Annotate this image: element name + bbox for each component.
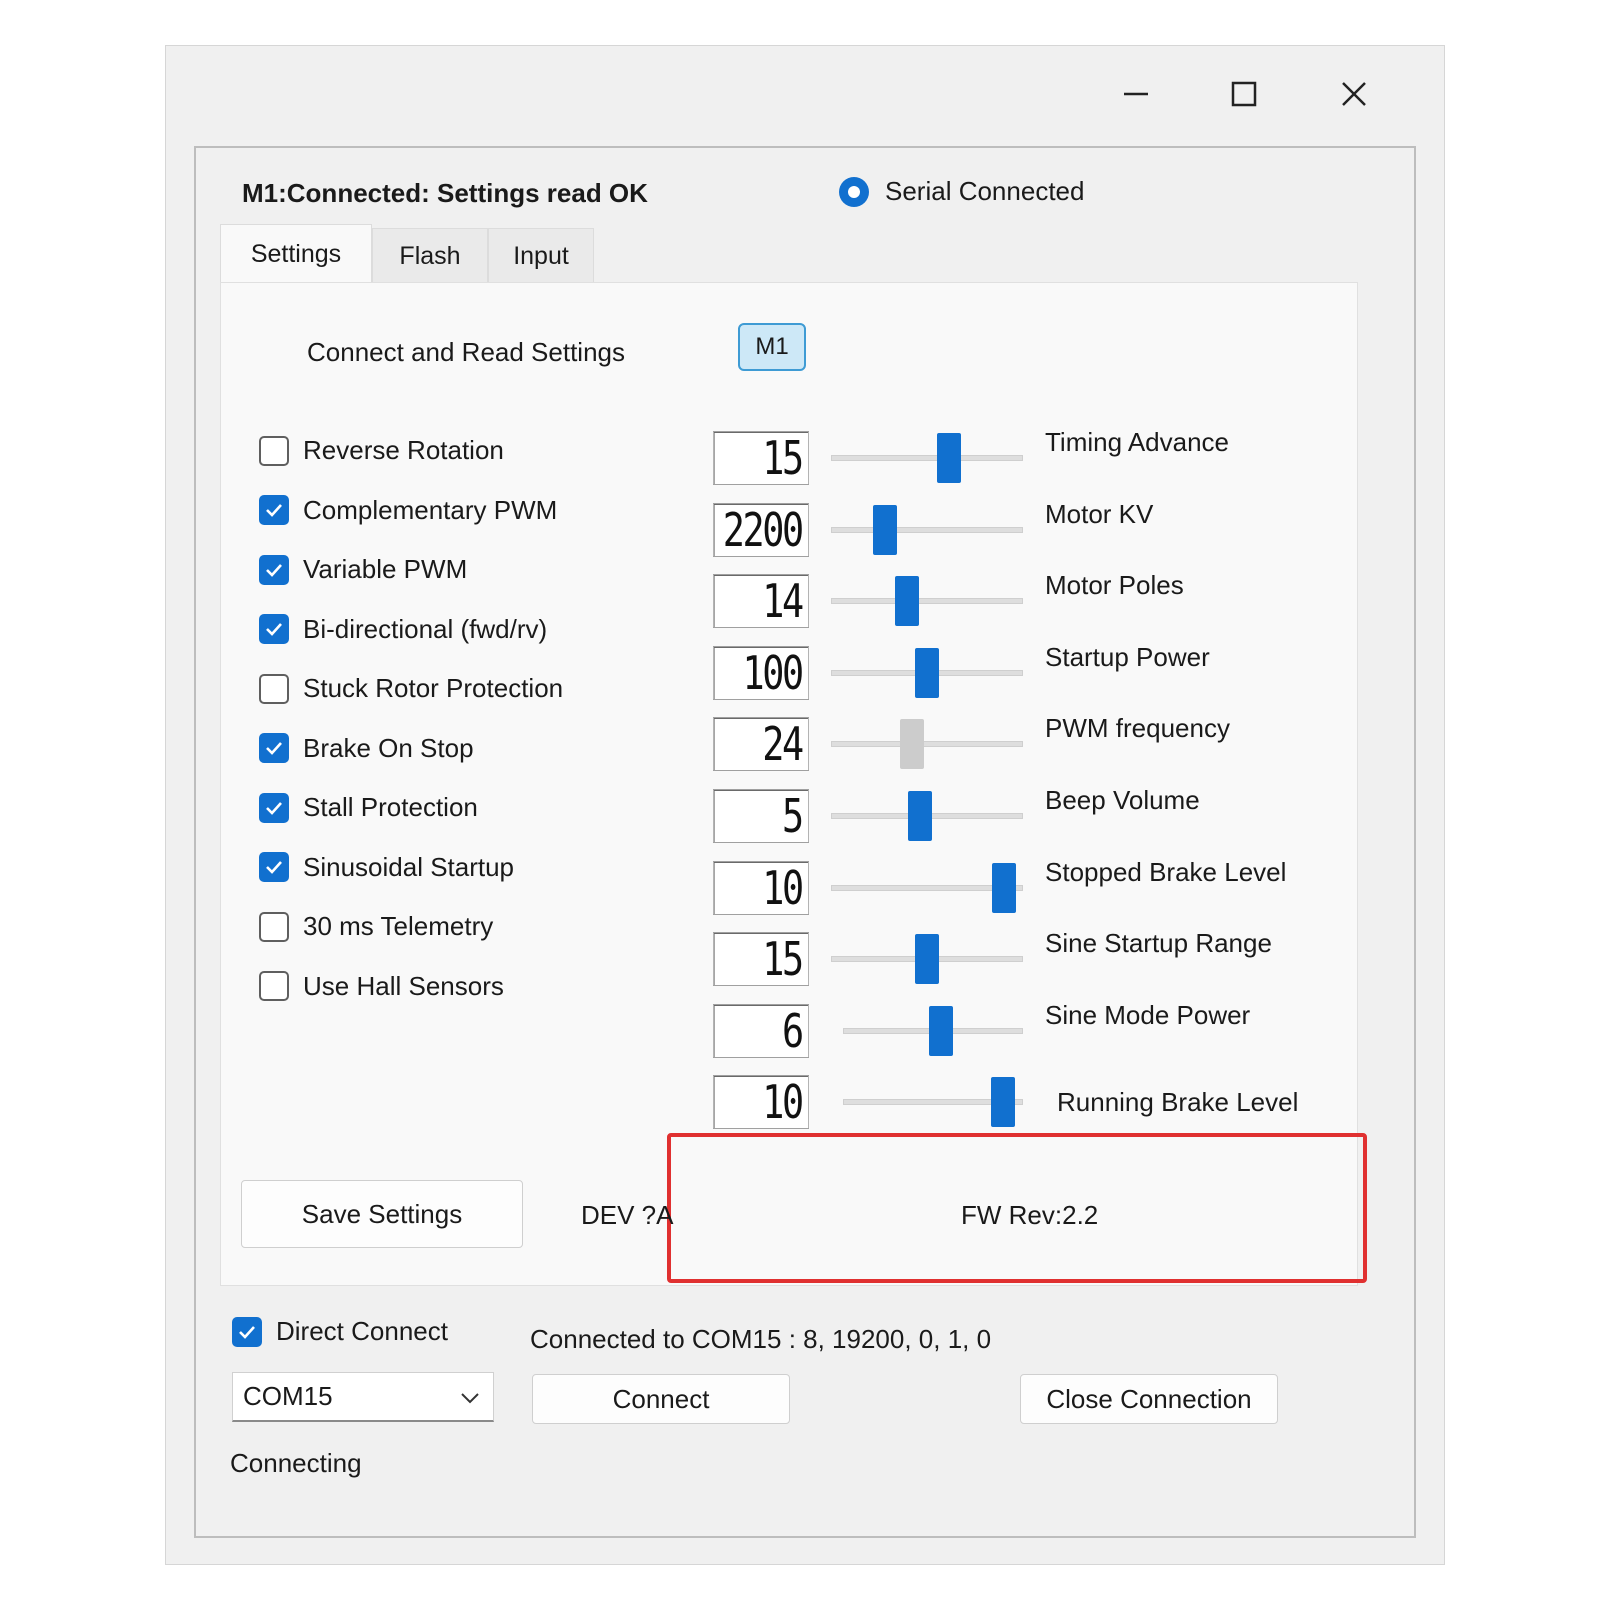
- save-settings-button[interactable]: Save Settings: [241, 1180, 523, 1248]
- slider-thumb[interactable]: [992, 862, 1017, 913]
- checkbox-label: Complementary PWM: [303, 494, 558, 525]
- tab-settings[interactable]: Settings: [220, 224, 372, 284]
- checkbox-unchecked-icon[interactable]: [259, 971, 289, 1001]
- value-display: 10: [713, 1075, 809, 1130]
- checkbox-checked-icon[interactable]: [259, 852, 289, 882]
- slider-thumb[interactable]: [899, 719, 924, 770]
- checkbox-label: Bi-directional (fwd/rv): [303, 613, 548, 644]
- value-display: 15: [713, 431, 809, 485]
- slider-thumb[interactable]: [915, 647, 939, 698]
- checkbox-unchecked-icon[interactable]: [259, 911, 289, 942]
- close-connection-button[interactable]: Close Connection: [1020, 1374, 1278, 1424]
- checkbox-label: Sinusoidal Startup: [303, 851, 515, 882]
- app-window: M1:Connected: Settings read OK Serial Co…: [165, 45, 1445, 1565]
- value-display: 10: [713, 860, 809, 915]
- checkbox-checked-icon[interactable]: [232, 1316, 262, 1347]
- value-display: 5: [713, 789, 809, 843]
- checkbox-row[interactable]: Reverse Rotation: [259, 435, 504, 466]
- slider-thumb[interactable]: [873, 504, 897, 555]
- direct-connect-checkbox[interactable]: Direct Connect: [232, 1316, 448, 1347]
- value-display: 15: [713, 932, 809, 987]
- checkbox-label: Stall Protection: [303, 792, 478, 822]
- value-display: 2200: [713, 502, 809, 557]
- slider-label: PWM frequency: [1045, 713, 1230, 744]
- checkbox-row[interactable]: Variable PWM: [259, 554, 467, 585]
- slider-thumb[interactable]: [936, 433, 961, 483]
- value-display: 6: [713, 1003, 809, 1058]
- checkbox-row[interactable]: Stall Protection: [259, 792, 478, 823]
- slider-label: Timing Advance: [1045, 427, 1230, 457]
- m1-button[interactable]: M1: [738, 323, 806, 371]
- slider-thumb[interactable]: [908, 791, 933, 841]
- slider-track[interactable]: [831, 598, 1023, 605]
- checkbox-unchecked-icon[interactable]: [259, 435, 289, 466]
- minimize-icon[interactable]: [1106, 64, 1166, 124]
- settings-tab-page: Connect and Read Settings M1 Reverse Rot…: [220, 282, 1367, 1286]
- checkbox-unchecked-icon[interactable]: [259, 673, 289, 704]
- checkbox-row[interactable]: Complementary PWM: [259, 495, 557, 526]
- connect-read-label: Connect and Read Settings: [307, 337, 625, 367]
- checkbox-label: Brake On Stop: [303, 732, 474, 763]
- checkbox-label: Stuck Rotor Protection: [303, 673, 564, 703]
- slider-thumb[interactable]: [928, 1005, 953, 1056]
- slider-track[interactable]: [831, 526, 1023, 533]
- chevron-down-icon: [461, 1393, 479, 1404]
- slider-label: Stopped Brake Level: [1045, 856, 1287, 887]
- slider-label: Sine Mode Power: [1045, 999, 1251, 1030]
- port-select[interactable]: COM15: [232, 1372, 494, 1422]
- checkbox-checked-icon[interactable]: [259, 792, 289, 823]
- checkbox-label: Reverse Rotation: [303, 435, 504, 465]
- fw-rev-label: FW Rev:2.2: [961, 1200, 1099, 1230]
- tab-flash[interactable]: Flash: [372, 228, 488, 284]
- checkbox-checked-icon[interactable]: [259, 733, 289, 763]
- close-icon[interactable]: [1324, 64, 1384, 124]
- serial-connected-radio[interactable]: Serial Connected: [839, 176, 1084, 207]
- slider-thumb[interactable]: [915, 934, 939, 985]
- value-display: 100: [713, 645, 809, 700]
- checkbox-label: Variable PWM: [303, 554, 468, 584]
- slider-track[interactable]: [831, 741, 1023, 748]
- checkbox-checked-icon[interactable]: [259, 614, 289, 644]
- tab-input[interactable]: Input: [488, 228, 594, 284]
- value-display: 24: [713, 717, 809, 772]
- direct-connect-label: Direct Connect: [276, 1316, 448, 1346]
- checkbox-row[interactable]: Use Hall Sensors: [259, 971, 504, 1002]
- checkbox-row[interactable]: Stuck Rotor Protection: [259, 673, 563, 704]
- checkbox-row[interactable]: Sinusoidal Startup: [259, 852, 514, 883]
- dev-label: DEV ?A: [581, 1200, 674, 1230]
- slider-label: Running Brake Level: [1057, 1087, 1299, 1118]
- checkbox-checked-icon[interactable]: [259, 495, 289, 525]
- slider-label: Motor Poles: [1045, 570, 1184, 601]
- slider-label: Sine Startup Range: [1045, 928, 1272, 959]
- radio-selected-icon[interactable]: [839, 176, 869, 207]
- port-select-value: COM15: [243, 1381, 333, 1411]
- maximize-icon[interactable]: [1214, 64, 1274, 124]
- checkbox-row[interactable]: Bi-directional (fwd/rv): [259, 614, 547, 645]
- checkbox-row[interactable]: Brake On Stop: [259, 733, 474, 764]
- checkbox-checked-icon[interactable]: [259, 554, 289, 585]
- connect-button[interactable]: Connect: [532, 1374, 790, 1424]
- connection-info: Connected to COM15 : 8, 19200, 0, 1, 0: [530, 1324, 992, 1354]
- connection-status: Connecting: [230, 1448, 362, 1478]
- checkbox-label: 30 ms Telemetry: [303, 911, 494, 941]
- value-display: 14: [713, 574, 809, 629]
- slider-label: Motor KV: [1045, 498, 1154, 529]
- main-panel: M1:Connected: Settings read OK Serial Co…: [194, 146, 1416, 1538]
- slider-track[interactable]: [831, 455, 1023, 461]
- serial-connected-label: Serial Connected: [885, 176, 1085, 206]
- title-bar: [166, 46, 1444, 141]
- status-title: M1:Connected: Settings read OK: [242, 178, 648, 208]
- slider-label: Startup Power: [1045, 641, 1210, 672]
- checkbox-row[interactable]: 30 ms Telemetry: [259, 911, 493, 942]
- slider-thumb[interactable]: [894, 576, 919, 627]
- checkbox-label: Use Hall Sensors: [303, 970, 504, 1001]
- slider-thumb[interactable]: [991, 1077, 1016, 1128]
- slider-label: Beep Volume: [1045, 785, 1200, 815]
